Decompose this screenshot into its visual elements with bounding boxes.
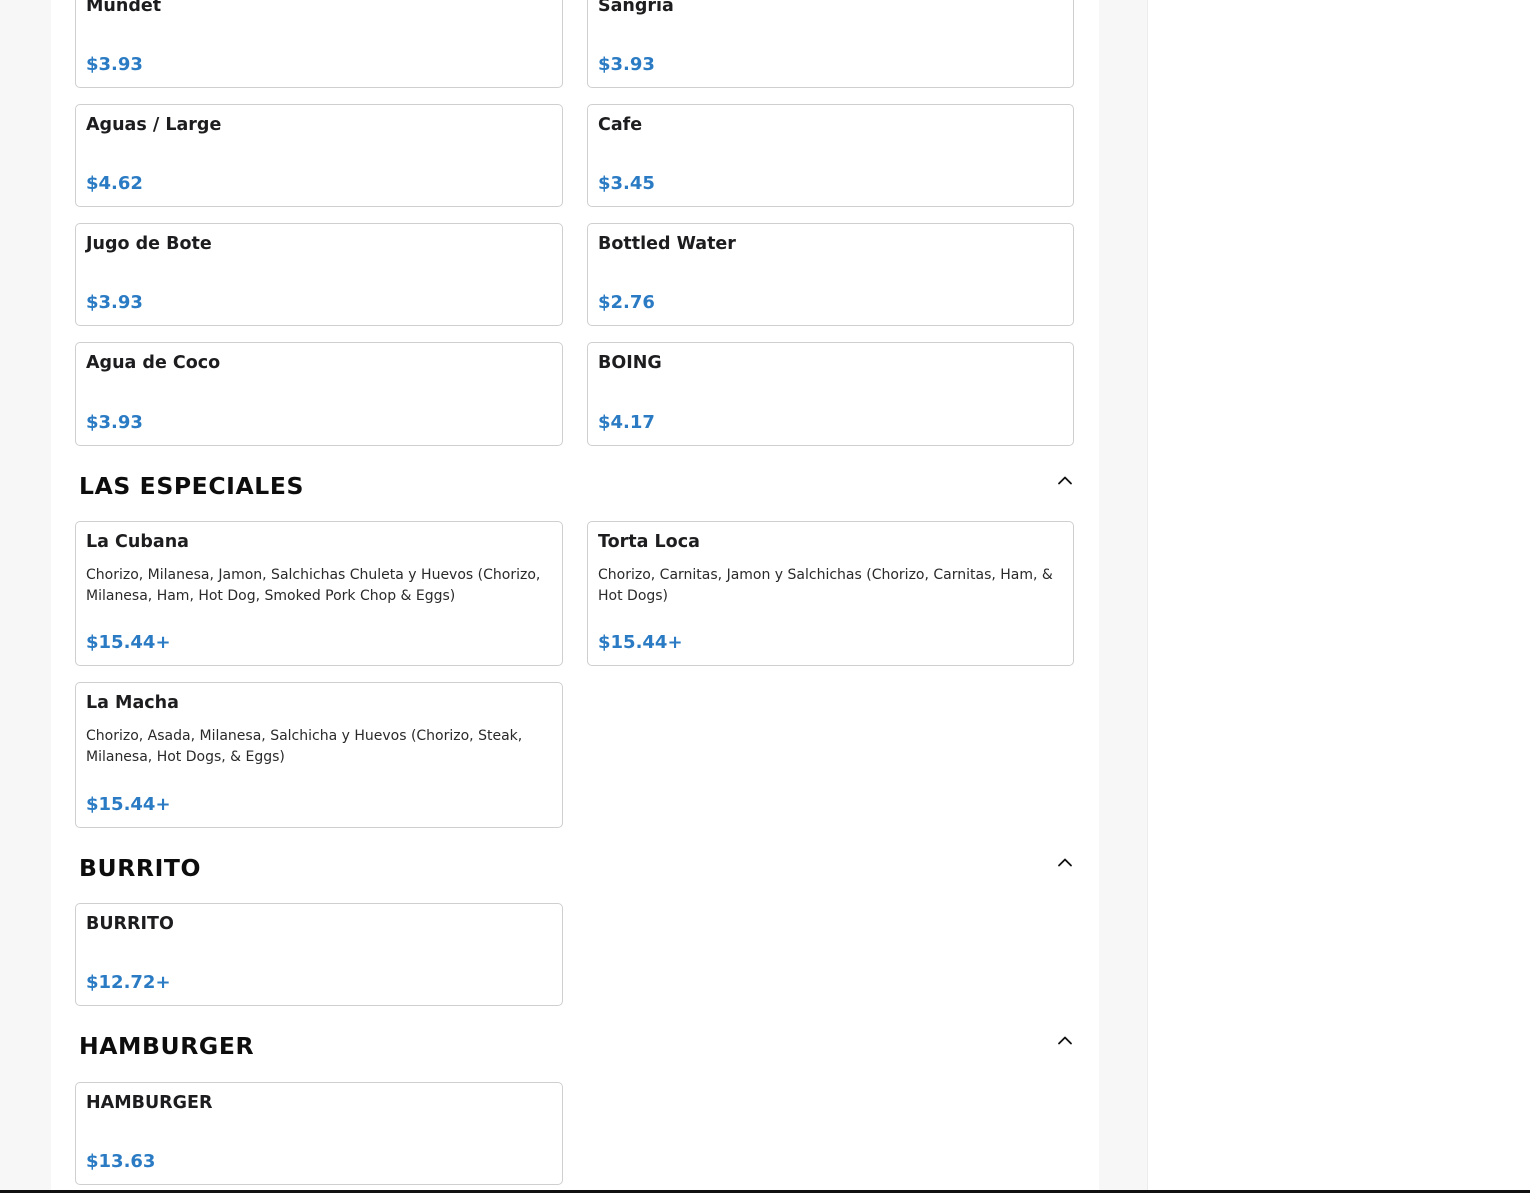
menu-item-name: HAMBURGER: [86, 1093, 213, 1113]
menu-item-name: Torta Loca: [598, 532, 700, 552]
menu-item-name: Jugo de Bote: [86, 234, 212, 254]
menu-item-price: $3.93: [86, 54, 143, 75]
menu-item-name: Aguas / Large: [86, 115, 222, 135]
menu-item-card[interactable]: La Macha Chorizo, Asada, Milanesa, Salch…: [75, 682, 563, 828]
menu-item-card[interactable]: BURRITO $12.72+: [75, 903, 563, 1006]
menu-item-card[interactable]: Torta Loca Chorizo, Carnitas, Jamon y Sa…: [587, 521, 1074, 666]
menu-item-name: Mundet: [86, 0, 162, 16]
menu-item-card[interactable]: BOING $4.17: [587, 342, 1074, 446]
menu-item-price: $3.93: [86, 292, 143, 313]
section-title-hamburger: HAMBURGER: [79, 1032, 255, 1060]
menu-item-price: $4.62: [86, 173, 143, 194]
menu-item-price: $4.17: [598, 412, 655, 433]
menu-item-name: BURRITO: [86, 914, 174, 934]
menu-item-card[interactable]: Agua de Coco $3.93: [75, 342, 563, 446]
section-title-las-especiales: LAS ESPECIALES: [79, 472, 305, 500]
section-title-burrito: BURRITO: [79, 854, 202, 882]
menu-item-price: $2.76: [598, 292, 655, 313]
right-side-panel: [1147, 0, 1530, 1190]
menu-item-price: $15.44+: [86, 632, 171, 653]
section-collapse-toggle[interactable]: [1056, 855, 1074, 869]
menu-item-name: Cafe: [598, 115, 643, 135]
chevron-up-icon: [1058, 476, 1072, 485]
chevron-up-icon: [1058, 858, 1072, 867]
menu-item-card[interactable]: HAMBURGER $13.63: [75, 1082, 563, 1185]
menu-item-description: Chorizo, Asada, Milanesa, Salchicha y Hu…: [86, 728, 523, 765]
section-collapse-toggle[interactable]: [1056, 1033, 1074, 1047]
menu-item-price: $15.44+: [86, 794, 171, 815]
menu-item-card[interactable]: Aguas / Large $4.62: [75, 104, 563, 207]
menu-item-description: Chorizo, Milanesa, Jamon, Salchichas Chu…: [86, 567, 541, 604]
menu-item-price: $3.93: [598, 54, 655, 75]
menu-item-price: $13.63: [86, 1151, 156, 1172]
menu-item-name: Bottled Water: [598, 234, 736, 254]
menu-item-card[interactable]: Bottled Water $2.76: [587, 223, 1074, 326]
menu-item-price: $12.72+: [86, 972, 171, 993]
menu-item-name: La Cubana: [86, 532, 189, 552]
menu-item-price: $3.45: [598, 173, 655, 194]
menu-item-card[interactable]: Jugo de Bote $3.93: [75, 223, 563, 326]
menu-item-name: Agua de Coco: [86, 353, 221, 373]
menu-item-price: $3.93: [86, 412, 143, 433]
menu-item-card[interactable]: Mundet $3.93: [75, 0, 563, 88]
menu-item-name: La Macha: [86, 693, 179, 713]
menu-item-card[interactable]: La Cubana Chorizo, Milanesa, Jamon, Salc…: [75, 521, 563, 666]
menu-item-card[interactable]: Cafe $3.45: [587, 104, 1074, 207]
menu-item-description: Chorizo, Carnitas, Jamon y Salchichas (C…: [598, 567, 1053, 604]
menu-item-card[interactable]: Sangria $3.93: [587, 0, 1074, 88]
menu-item-name: Sangria: [598, 0, 674, 16]
section-collapse-toggle[interactable]: [1056, 473, 1074, 487]
chevron-up-icon: [1058, 1036, 1072, 1045]
menu-item-price: $15.44+: [598, 632, 683, 653]
menu-item-name: BOING: [598, 353, 662, 373]
